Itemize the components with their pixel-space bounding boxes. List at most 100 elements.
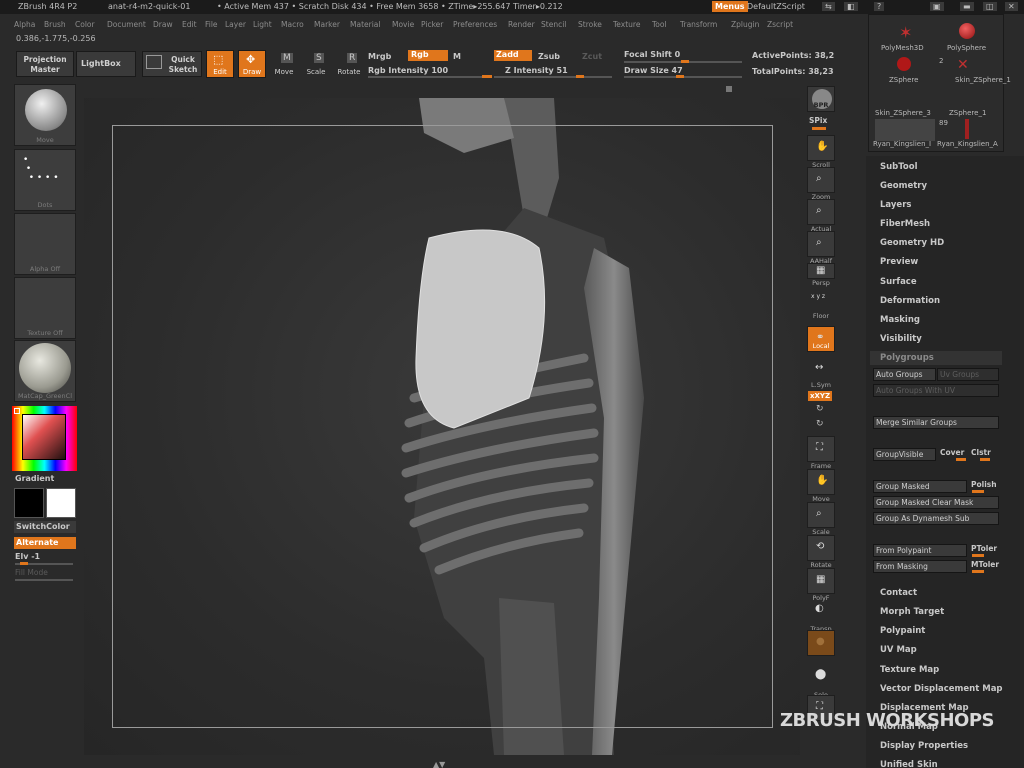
m-button[interactable]: M xyxy=(453,52,461,61)
polish-knob[interactable] xyxy=(972,490,984,493)
menu-file[interactable]: File xyxy=(205,20,218,29)
auto-groups-button[interactable]: Auto Groups xyxy=(873,368,936,381)
material-selector[interactable]: MatCap_GreenCl xyxy=(14,340,76,402)
masking-menu[interactable]: Masking xyxy=(880,315,920,325)
menus-button[interactable]: Menus xyxy=(712,1,748,12)
clustering-slider[interactable]: Clstr xyxy=(971,448,991,457)
preview-menu[interactable]: Preview xyxy=(880,257,918,267)
texture-selector[interactable]: Texture Off xyxy=(14,277,76,339)
skin-zsphere-3-label[interactable]: Skin_ZSphere_3 xyxy=(875,109,931,117)
draw-size-knob[interactable] xyxy=(676,75,684,78)
menu-stroke[interactable]: Stroke xyxy=(578,20,602,29)
help-icon[interactable]: ? xyxy=(874,2,885,11)
clustering-knob[interactable] xyxy=(980,458,990,461)
alternate-button[interactable]: Alternate xyxy=(14,537,76,549)
rgb-intensity-slider[interactable]: Rgb Intensity 100 xyxy=(368,66,448,75)
menu-render[interactable]: Render xyxy=(508,20,535,29)
aahalf-button[interactable]: ⌕ AAHalf xyxy=(807,231,835,265)
ptoler-slider[interactable]: PToler xyxy=(971,544,997,553)
uv-map-menu[interactable]: UV Map xyxy=(880,645,917,655)
secondary-color-swatch[interactable] xyxy=(14,488,44,518)
polysphere-label[interactable]: PolySphere xyxy=(947,44,986,52)
stroke-selector[interactable]: • • • • • • Dots xyxy=(14,149,76,211)
menu-layer[interactable]: Layer xyxy=(225,20,246,29)
z-intensity-slider[interactable]: Z Intensity 51 xyxy=(505,66,568,75)
menu-color[interactable]: Color xyxy=(75,20,95,29)
rotate-y-icon[interactable]: ↻ xyxy=(816,404,824,414)
frame-button[interactable]: ⛶ Frame xyxy=(807,436,835,470)
draw-size-slider[interactable]: Draw Size 47 xyxy=(624,66,683,75)
bpr-button[interactable]: BPR xyxy=(807,86,835,112)
display-properties-menu[interactable]: Display Properties xyxy=(880,741,968,751)
spix-label[interactable]: SPix xyxy=(809,116,827,125)
ghost-button[interactable]: ● xyxy=(807,630,835,656)
menu-zscript[interactable]: Zscript xyxy=(767,20,793,29)
subtool-menu[interactable]: SubTool xyxy=(880,162,918,172)
lock-icon[interactable]: ▣ xyxy=(930,2,944,11)
menu-draw[interactable]: Draw xyxy=(153,20,173,29)
mtoler-slider[interactable]: MToler xyxy=(971,560,999,569)
deformation-menu[interactable]: Deformation xyxy=(880,296,940,306)
zsphere-icon[interactable] xyxy=(897,57,911,71)
menu-document[interactable]: Document xyxy=(107,20,146,29)
menu-tool[interactable]: Tool xyxy=(652,20,667,29)
rotate-view-button[interactable]: ⟲ Rotate xyxy=(807,535,835,569)
color-square[interactable] xyxy=(22,414,66,460)
shelf-toggle-icon[interactable]: ▲▼ xyxy=(433,760,445,768)
visibility-menu[interactable]: Visibility xyxy=(880,334,922,344)
persp-button[interactable]: ▦ Persp xyxy=(807,263,835,287)
geometry-menu[interactable]: Geometry xyxy=(880,181,927,191)
merge-similar-groups-button[interactable]: Merge Similar Groups xyxy=(873,416,999,429)
menu-macro[interactable]: Macro xyxy=(281,20,304,29)
polysphere-icon[interactable] xyxy=(959,23,975,39)
polymesh3d-icon[interactable]: ✶ xyxy=(899,23,912,42)
polish-slider[interactable]: Polish xyxy=(971,480,997,489)
actual-button[interactable]: ⌕ Actual xyxy=(807,199,835,233)
menu-edit[interactable]: Edit xyxy=(182,20,197,29)
polygroups-header[interactable]: Polygroups xyxy=(870,351,1002,365)
rgb-intensity-knob[interactable] xyxy=(482,75,492,78)
menu-preferences[interactable]: Preferences xyxy=(453,20,497,29)
zadd-button[interactable]: Zadd xyxy=(494,50,532,61)
menu-zplugin[interactable]: Zplugin xyxy=(731,20,759,29)
z-intensity-knob[interactable] xyxy=(576,75,584,78)
arrows-icon[interactable]: ⇆ xyxy=(822,2,835,11)
menu-alpha[interactable]: Alpha xyxy=(14,20,35,29)
minimize-icon[interactable]: ▬ xyxy=(960,2,974,11)
skin-zsphere-1-label[interactable]: Skin_ZSphere_1 xyxy=(955,76,1011,84)
polymesh3d-label[interactable]: PolyMesh3D xyxy=(881,44,924,52)
from-polypaint-button[interactable]: From Polypaint xyxy=(873,544,967,557)
fibermesh-menu[interactable]: FiberMesh xyxy=(880,219,930,229)
zcut-button[interactable]: Zcut xyxy=(582,52,602,61)
maximize-icon[interactable]: ◫ xyxy=(983,2,997,11)
menu-material[interactable]: Material xyxy=(350,20,380,29)
lsym-button[interactable]: ↔ L.Sym xyxy=(807,362,835,389)
transp-button[interactable]: ◐ Transp xyxy=(807,598,835,633)
fill-mode-track[interactable] xyxy=(15,579,73,581)
focal-shift-knob[interactable] xyxy=(681,60,689,63)
fill-mode-slider[interactable]: Fill Mode xyxy=(15,568,48,577)
texture-map-menu[interactable]: Texture Map xyxy=(880,665,939,675)
coverage-knob[interactable] xyxy=(956,458,966,461)
layers-menu[interactable]: Layers xyxy=(880,200,911,210)
lightbox-button[interactable]: LightBox xyxy=(76,51,136,77)
z-intensity-track[interactable] xyxy=(494,76,612,78)
menu-stencil[interactable]: Stencil xyxy=(541,20,566,29)
scroll-button[interactable]: ✋ Scroll xyxy=(807,135,835,169)
elv-knob[interactable] xyxy=(20,562,28,565)
projection-master-button[interactable]: Projection Master xyxy=(16,51,74,77)
switch-color-button[interactable]: SwitchColor xyxy=(14,521,76,533)
mtoler-knob[interactable] xyxy=(972,570,984,573)
ryan-i-thumbnail[interactable] xyxy=(875,119,935,141)
brush-selector[interactable]: Move xyxy=(14,84,76,146)
focal-shift-slider[interactable]: Focal Shift 0 xyxy=(624,50,680,59)
menu-marker[interactable]: Marker xyxy=(314,20,340,29)
menu-transform[interactable]: Transform xyxy=(680,20,717,29)
default-zscript-button[interactable]: DefaultZScript xyxy=(747,2,805,11)
ptoler-knob[interactable] xyxy=(972,554,984,557)
vector-displacement-map-menu[interactable]: Vector Displacement Map xyxy=(880,684,1003,694)
ryan-a-thumbnail[interactable] xyxy=(965,119,969,139)
group-as-dynamesh-sub-button[interactable]: Group As Dynamesh Sub xyxy=(873,512,999,525)
polypaint-menu[interactable]: Polypaint xyxy=(880,626,925,636)
polyf-button[interactable]: ▦ PolyF xyxy=(807,568,835,602)
